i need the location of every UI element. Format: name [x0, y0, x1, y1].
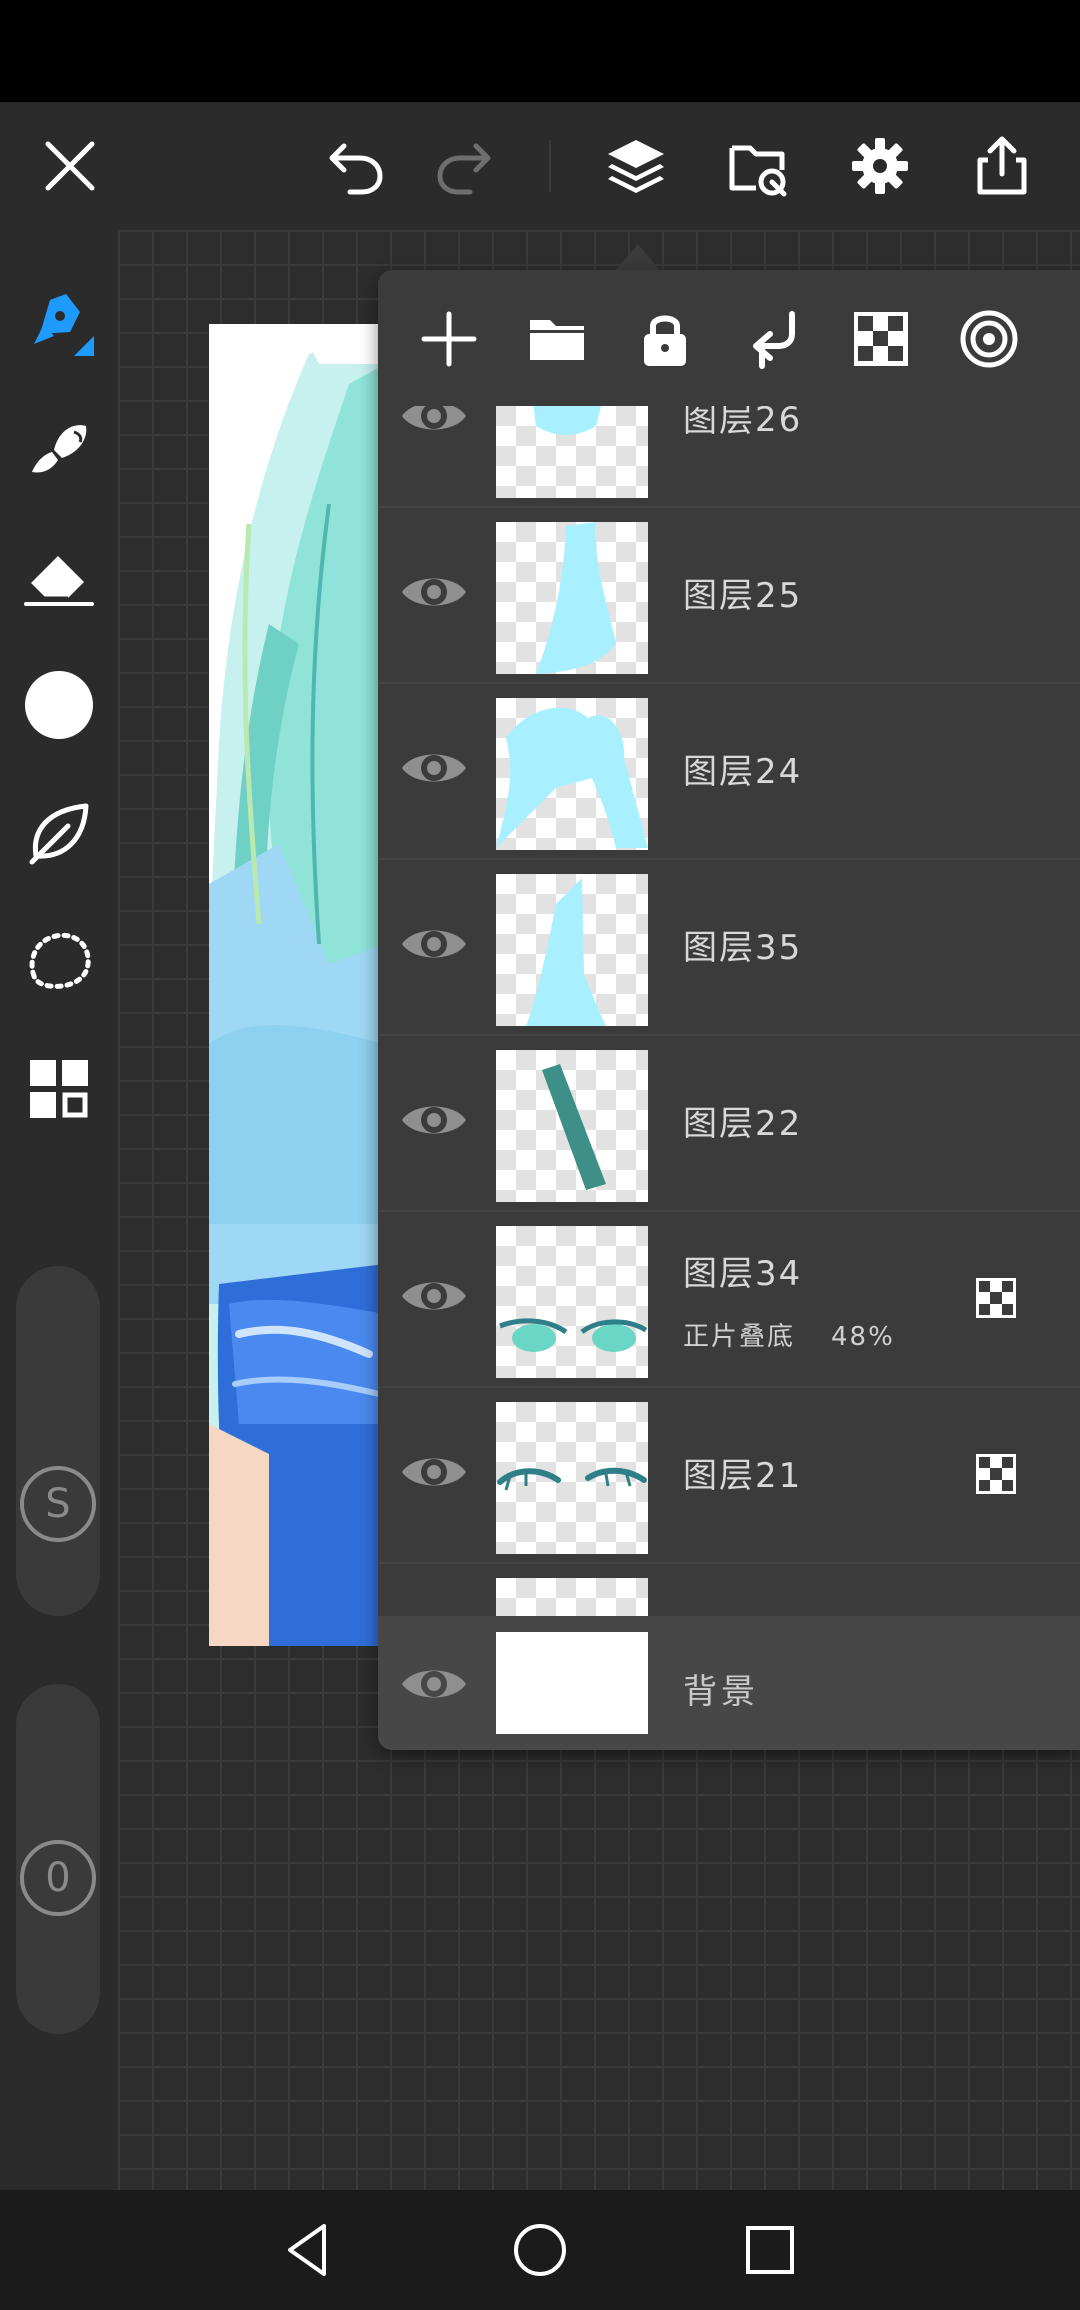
layer-row[interactable]: 图层24 — [378, 682, 1080, 858]
layers-icon[interactable] — [592, 122, 680, 210]
layer-row[interactable]: 图层25 — [378, 506, 1080, 682]
color-circle-icon[interactable] — [14, 660, 104, 750]
layer-thumbnail — [496, 1050, 648, 1202]
lasso-selection-icon[interactable] — [14, 916, 104, 1006]
back-icon[interactable] — [272, 2214, 344, 2286]
visibility-eye-icon[interactable] — [398, 742, 470, 794]
brush-size-slider[interactable]: S — [16, 1266, 100, 1616]
layer-row[interactable]: 图层26 — [378, 406, 1080, 506]
layer-name: 背景 — [683, 1672, 759, 1712]
settings-icon[interactable] — [836, 122, 924, 210]
layer-name: 图层25 — [683, 576, 803, 616]
opacity-knob[interactable]: 0 — [20, 1840, 96, 1916]
layer-thumbnail — [496, 522, 648, 674]
background-layer-row[interactable]: 背景 — [378, 1616, 1080, 1750]
top-toolbar — [0, 102, 1080, 230]
artwork-image — [209, 324, 385, 1646]
toolbar-divider — [549, 140, 551, 192]
import-file-icon[interactable] — [714, 122, 802, 210]
visibility-eye-icon[interactable] — [398, 1446, 470, 1498]
layer-name: 图层24 — [683, 752, 803, 792]
layer-name: 图层21 — [683, 1456, 803, 1496]
layer-row[interactable]: 图层34 正片叠底 48% — [378, 1210, 1080, 1386]
merge-down-icon[interactable] — [730, 296, 816, 382]
layer-thumbnail — [496, 1226, 648, 1378]
layer-row[interactable]: 图层22 — [378, 1034, 1080, 1210]
opacity-slider[interactable]: 0 — [16, 1684, 100, 2034]
layer-name: 图层22 — [683, 1104, 803, 1144]
layer-opacity: 48% — [831, 1322, 895, 1352]
layer-row[interactable] — [378, 1562, 1080, 1616]
close-icon[interactable] — [26, 122, 114, 210]
add-layer-icon[interactable] — [406, 296, 492, 382]
share-icon[interactable] — [958, 122, 1046, 210]
left-toolbar: S 0 — [0, 230, 118, 2190]
pen-icon[interactable] — [14, 276, 104, 366]
home-icon[interactable] — [504, 2214, 576, 2286]
clipping-mask-icon[interactable] — [974, 1276, 1018, 1320]
clipping-mask-icon[interactable] — [974, 1452, 1018, 1496]
visibility-eye-icon[interactable] — [398, 406, 470, 442]
layer-thumbnail — [496, 698, 648, 850]
layer-name: 图层35 — [683, 928, 803, 968]
undo-icon[interactable] — [312, 122, 400, 210]
layer-list[interactable]: 图层26 图层25 图层24 图层35 图层22 图层34 正片叠底 48% 图… — [378, 406, 1080, 1616]
layer-thumbnail — [496, 874, 648, 1026]
grid-menu-icon[interactable] — [14, 1044, 104, 1134]
layer-row[interactable]: 图层35 — [378, 858, 1080, 1034]
visibility-eye-icon[interactable] — [398, 1094, 470, 1146]
layer-name: 图层26 — [683, 406, 803, 440]
layer-blend-mode: 正片叠底 48% — [683, 1322, 895, 1352]
layer-thumbnail — [496, 406, 648, 498]
layer-panel: 图层26 图层25 图层24 图层35 图层22 图层34 正片叠底 48% 图… — [378, 270, 1080, 1750]
visibility-eye-icon[interactable] — [398, 566, 470, 618]
visibility-eye-icon[interactable] — [398, 1270, 470, 1322]
drawing-canvas[interactable] — [209, 324, 385, 1646]
system-nav-bar — [0, 2190, 1080, 2310]
brush-size-knob[interactable]: S — [20, 1466, 96, 1542]
folder-icon[interactable] — [514, 296, 600, 382]
layer-thumbnail — [496, 1578, 648, 1616]
visibility-eye-icon[interactable] — [398, 1658, 470, 1710]
eraser-icon[interactable] — [14, 532, 104, 622]
layer-thumbnail — [496, 1632, 648, 1734]
layer-panel-toolbar — [378, 270, 1080, 406]
recents-icon[interactable] — [734, 2214, 806, 2286]
layer-effects-icon[interactable] — [946, 296, 1032, 382]
alpha-lock-icon[interactable] — [838, 296, 924, 382]
layer-name: 图层34 — [683, 1254, 803, 1294]
layer-thumbnail — [496, 1402, 648, 1554]
redo-icon[interactable] — [420, 122, 508, 210]
visibility-eye-icon[interactable] — [398, 918, 470, 970]
status-bar — [0, 0, 1080, 102]
lock-icon[interactable] — [622, 296, 708, 382]
layer-row[interactable]: 图层21 — [378, 1386, 1080, 1562]
smudge-brush-icon[interactable] — [14, 404, 104, 494]
leaf-brush-icon[interactable] — [14, 788, 104, 878]
layer-panel-pointer — [616, 244, 660, 270]
